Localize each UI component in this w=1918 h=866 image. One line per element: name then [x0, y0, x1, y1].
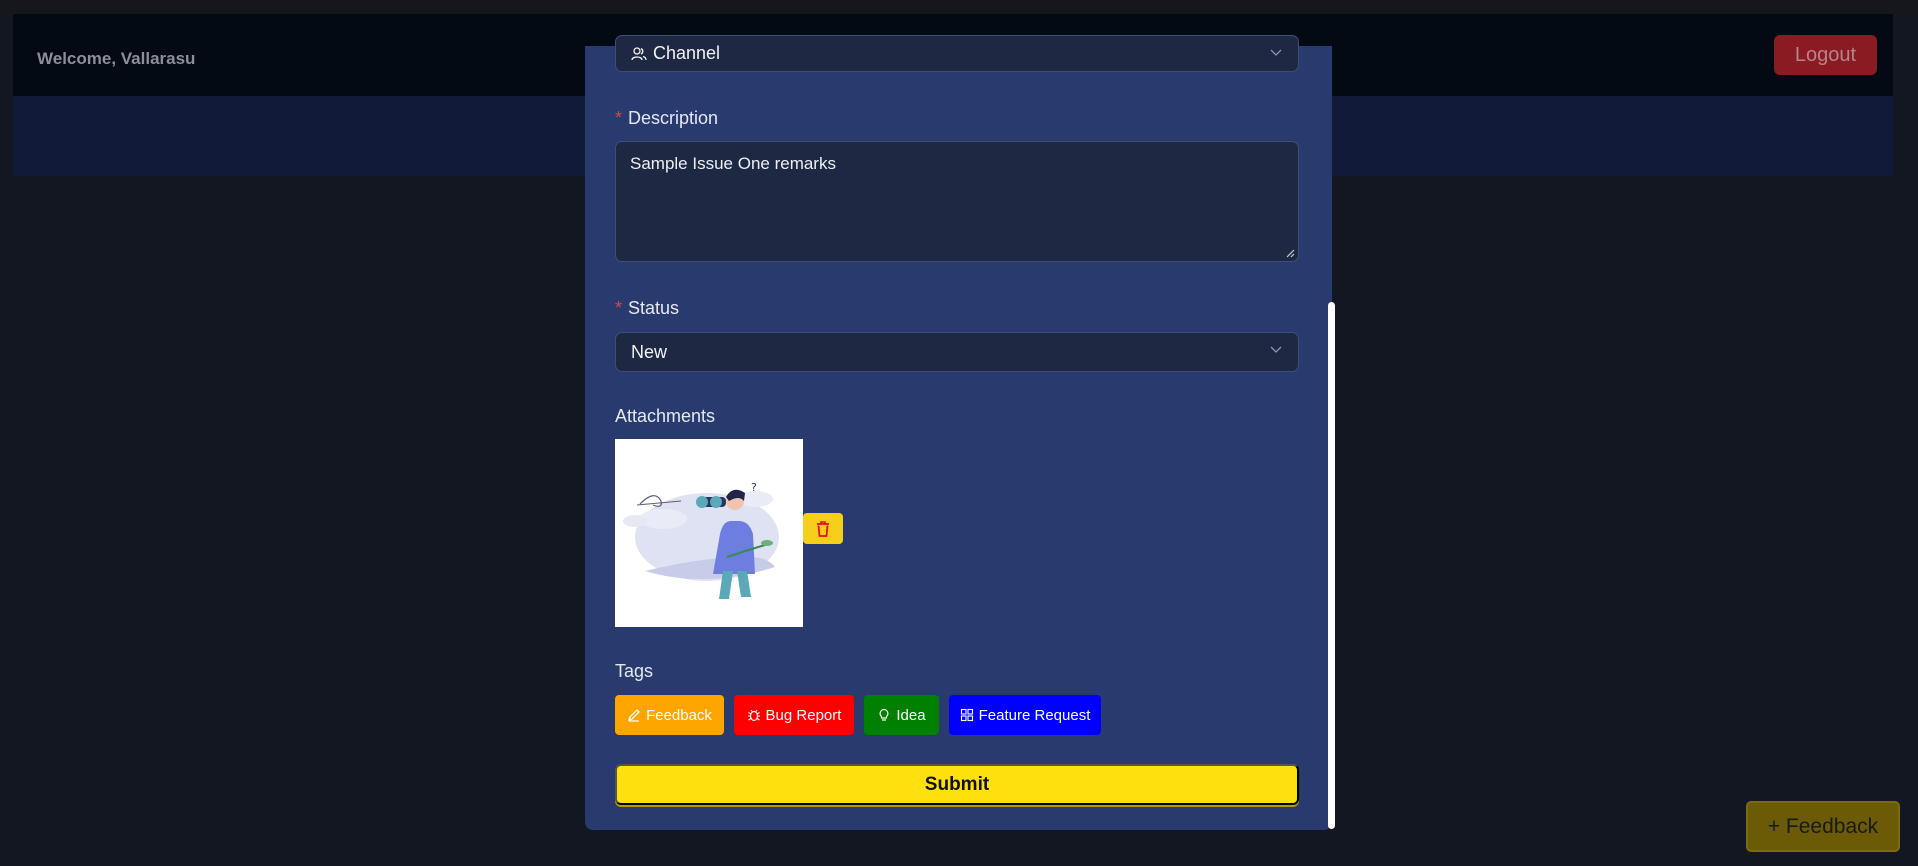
status-label: * Status: [615, 298, 679, 319]
channel-select[interactable]: Channel: [615, 35, 1299, 72]
required-mark: *: [615, 298, 623, 318]
resize-grip-icon[interactable]: [1285, 248, 1295, 258]
bug-icon: [747, 709, 760, 722]
status-value: New: [631, 341, 668, 362]
chevron-down-icon: [1270, 49, 1282, 56]
tag-feature-request[interactable]: Feature Request: [949, 695, 1101, 735]
tag-idea-label: Idea: [896, 706, 926, 724]
users-icon: [631, 46, 647, 60]
required-mark: *: [615, 108, 623, 128]
description-label-text: Description: [628, 108, 719, 128]
tag-feature-request-label: Feature Request: [978, 706, 1091, 724]
tag-feedback-label: Feedback: [646, 706, 712, 724]
feedback-fab-button[interactable]: + Feedback: [1746, 801, 1900, 852]
binoculars-illustration: ?: [623, 481, 779, 599]
status-select[interactable]: New: [615, 332, 1299, 372]
trash-icon: [817, 520, 829, 537]
tag-bug-report[interactable]: Bug Report: [734, 695, 854, 735]
attachments-label: Attachments: [615, 406, 716, 426]
channel-value: Channel: [653, 43, 721, 63]
chevron-down-icon: [1270, 346, 1282, 353]
description-textarea[interactable]: Sample Issue One remarks: [615, 141, 1299, 262]
page-top-strip: [0, 0, 1918, 14]
tag-feedback[interactable]: Feedback: [615, 695, 724, 735]
modal-scrollbar-thumb[interactable]: [1328, 302, 1335, 829]
pencil-icon: [628, 709, 640, 722]
logout-button[interactable]: Logout: [1774, 35, 1877, 75]
tag-bug-report-label: Bug Report: [765, 706, 842, 724]
delete-attachment-button[interactable]: [803, 513, 843, 544]
submit-button[interactable]: Submit: [615, 764, 1299, 805]
lightbulb-icon: [879, 708, 889, 721]
description-value: Sample Issue One remarks: [630, 154, 836, 173]
welcome-text: Welcome, Vallarasu: [37, 49, 196, 68]
svg-text:?: ?: [751, 481, 757, 494]
status-label-text: Status: [628, 298, 680, 318]
grid-icon: [960, 708, 973, 722]
attachment-thumbnail[interactable]: ?: [615, 439, 803, 627]
tags-label: Tags: [615, 661, 654, 681]
description-label: * Description: [615, 108, 718, 129]
tag-idea[interactable]: Idea: [864, 695, 939, 735]
